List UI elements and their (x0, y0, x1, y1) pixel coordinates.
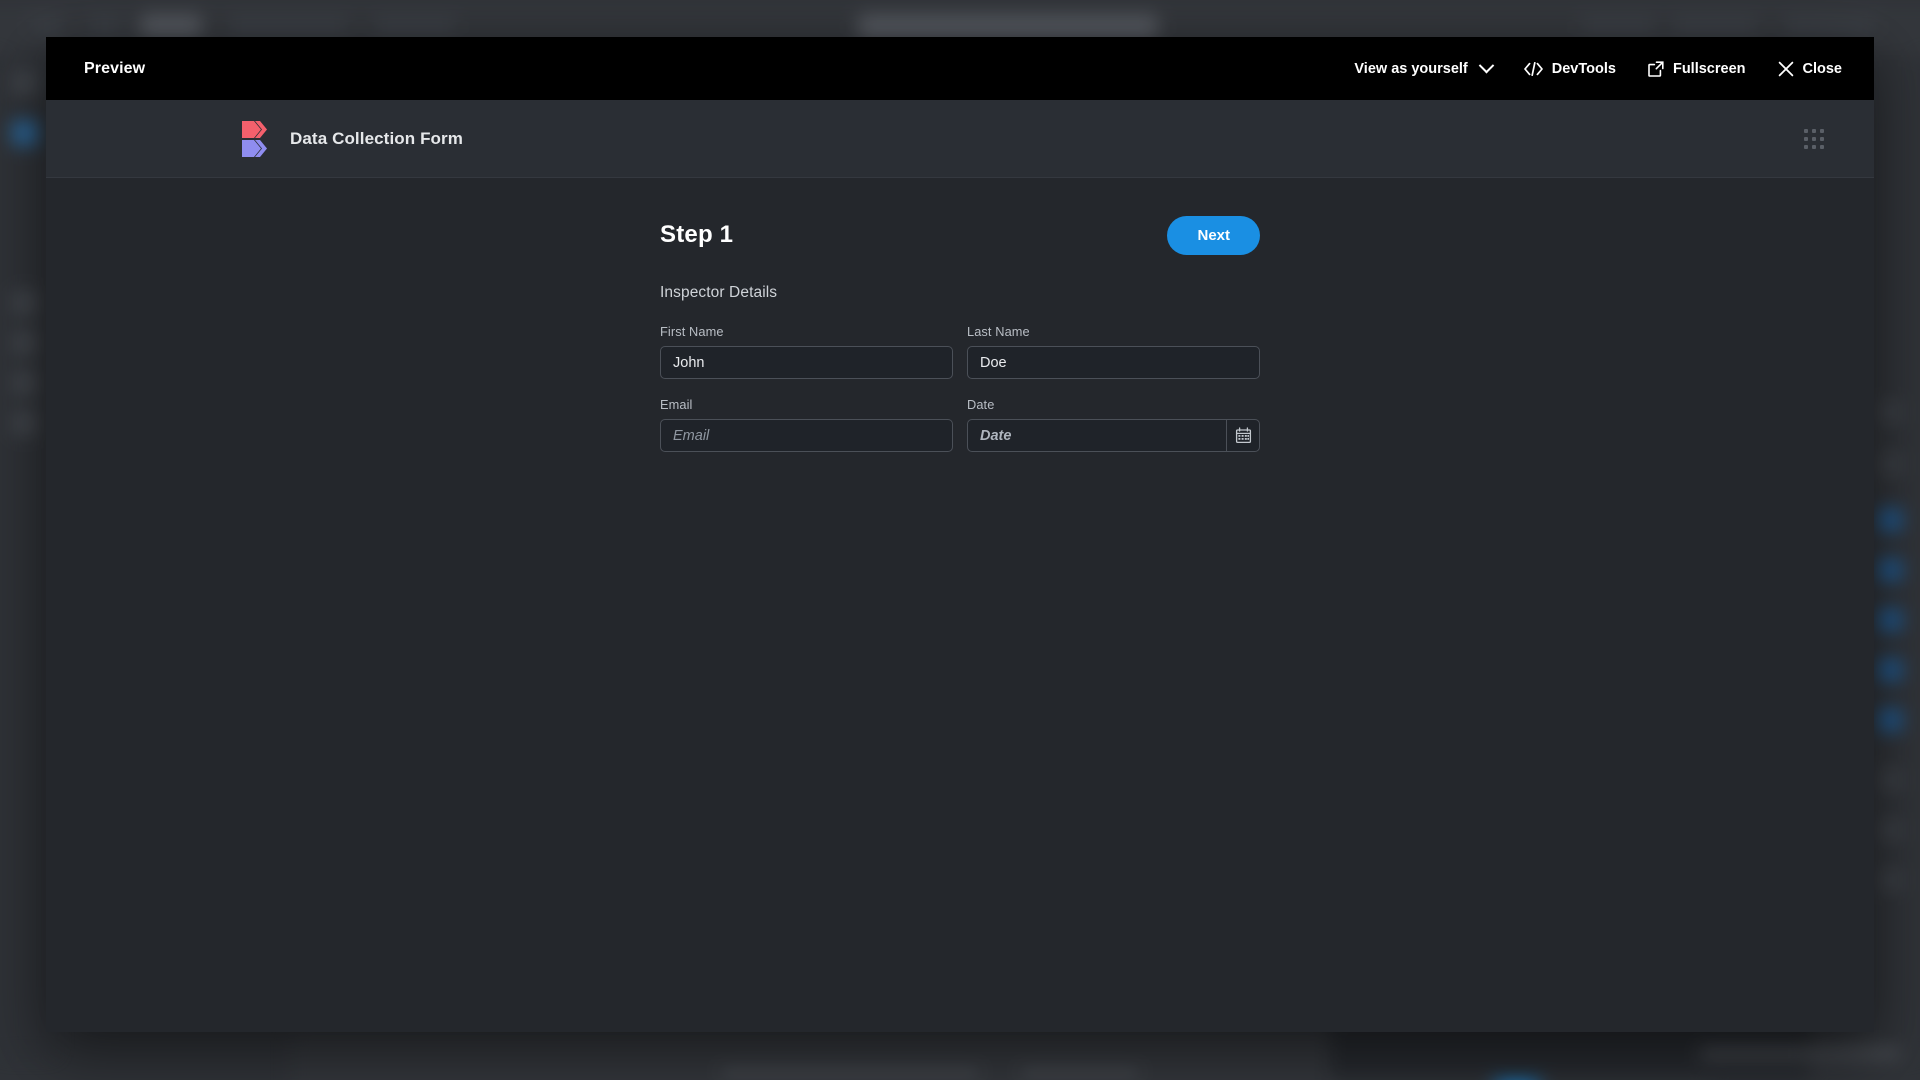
form-body: Step 1 Next Inspector Details First Name… (46, 178, 1874, 1032)
step-title: Step 1 (660, 221, 734, 248)
view-as-yourself-label: View as yourself (1354, 60, 1468, 77)
external-link-icon (1648, 60, 1664, 77)
field-date: Date (967, 397, 1260, 452)
grid-dots-icon[interactable] (1804, 128, 1824, 149)
preview-overlay-panel: Preview View as yourself DevTools Fullsc… (46, 37, 1874, 1032)
field-last-name: Last Name (967, 324, 1260, 379)
date-input-shell[interactable] (967, 419, 1260, 452)
form-app-header: Data Collection Form (46, 100, 1874, 178)
email-input-shell[interactable] (660, 419, 953, 452)
double-chevron-logo (242, 120, 272, 157)
date-label: Date (967, 397, 995, 412)
code-brackets-icon (1523, 61, 1543, 76)
first-name-input-shell[interactable] (660, 346, 953, 379)
first-name-label: First Name (660, 324, 724, 339)
devtools-button[interactable]: DevTools (1523, 60, 1616, 77)
preview-toolbar: Preview View as yourself DevTools Fullsc… (46, 37, 1874, 100)
section-label: Inspector Details (660, 284, 778, 301)
view-as-yourself-dropdown[interactable]: View as yourself (1354, 57, 1495, 77)
date-input[interactable] (968, 420, 1226, 451)
brand-name: Data Collection Form (290, 128, 463, 148)
fullscreen-button[interactable]: Fullscreen (1648, 61, 1746, 77)
field-email: Email (660, 397, 953, 452)
fullscreen-label: Fullscreen (1672, 60, 1746, 77)
close-label: Close (1802, 60, 1843, 77)
close-x-icon (1778, 61, 1794, 77)
first-name-input[interactable] (661, 347, 952, 378)
form-container: Step 1 Next Inspector Details First Name… (660, 178, 1260, 452)
last-name-input-shell[interactable] (967, 346, 1260, 379)
preview-title: Preview (84, 59, 146, 77)
close-button[interactable]: Close (1778, 60, 1843, 77)
devtools-label: DevTools (1551, 60, 1616, 77)
field-first-name: First Name (660, 324, 953, 379)
calendar-icon[interactable] (1226, 420, 1259, 451)
brand: Data Collection Form (242, 120, 463, 157)
email-input[interactable] (661, 420, 952, 451)
last-name-input[interactable] (968, 347, 1259, 378)
email-label: Email (660, 397, 693, 412)
chevron-down-icon (1477, 57, 1495, 74)
last-name-label: Last Name (967, 324, 1030, 339)
step-header-row: Step 1 Next (660, 212, 1260, 258)
preview-toolbar-actions: View as yourself DevTools Fullscreen Clo… (1354, 57, 1843, 77)
form-field-grid: First Name Last Name Email (660, 324, 1260, 452)
next-button[interactable]: Next (1167, 215, 1260, 255)
